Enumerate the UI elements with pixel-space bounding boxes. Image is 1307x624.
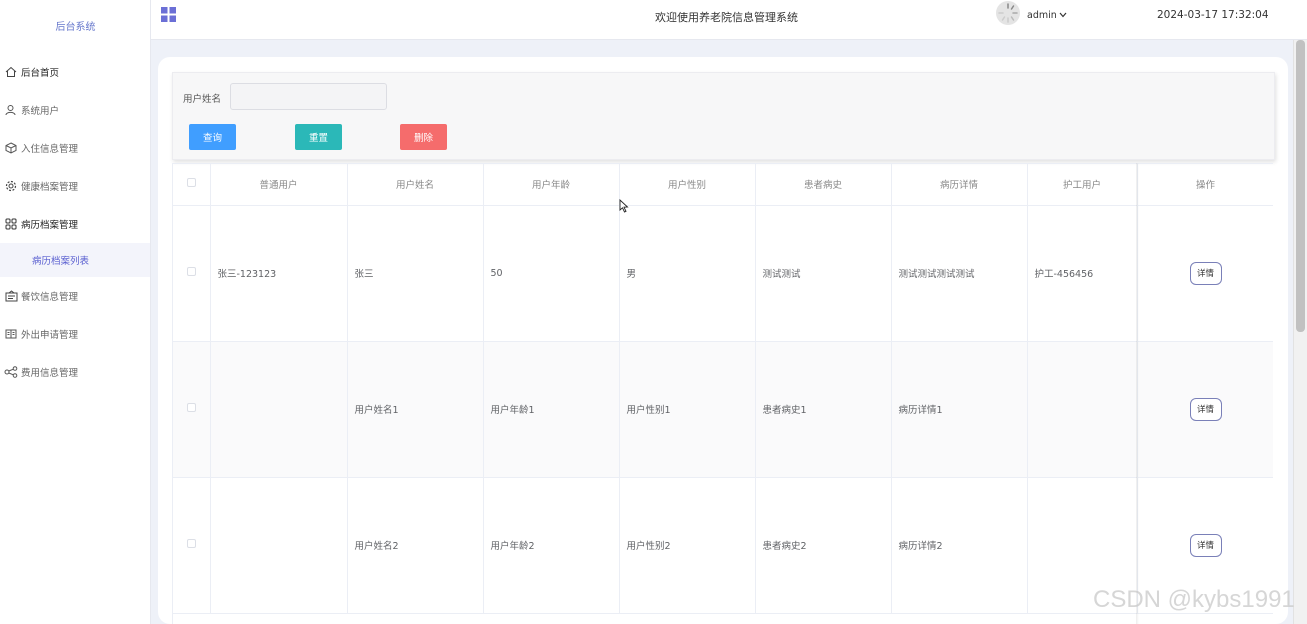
- table-cell: 用户年龄1: [483, 341, 620, 478]
- menu-board-icon: [4, 289, 18, 303]
- top-header: 欢迎使用养老院信息管理系统 admin 2024-03-17 17:32:04: [151, 0, 1307, 40]
- row-checkbox[interactable]: [186, 403, 196, 412]
- reset-button[interactable]: 重置: [295, 124, 342, 150]
- table-cell: 用户年龄2: [483, 477, 620, 614]
- sidebar-item-label: 外出申请管理: [21, 330, 79, 341]
- sidebar-item-label: 病历档案管理: [21, 220, 79, 231]
- sidebar-item-label: 后台首页: [21, 68, 60, 79]
- row-checkbox[interactable]: [186, 539, 196, 548]
- header-datetime: 2024-03-17 17:32:04: [1157, 9, 1269, 21]
- table-cell: 病历详情1: [891, 341, 1028, 478]
- column-header: 护工用户: [1027, 164, 1138, 206]
- table-cell: 患者病史1: [755, 341, 892, 478]
- table-header-row: 普通用户 用户姓名 用户年龄 用户性别 患者病史 病历详情 护工用户 操作: [173, 164, 1273, 206]
- table-cell: 用户姓名1: [347, 341, 484, 478]
- home-icon: [4, 65, 18, 79]
- avatar[interactable]: [996, 1, 1020, 25]
- delete-button[interactable]: 删除: [400, 124, 447, 150]
- records-table: 普通用户 用户姓名 用户年龄 用户性别 患者病史 病历详情 护工用户 操作 张三…: [172, 163, 1273, 624]
- query-button[interactable]: 查询: [189, 124, 236, 150]
- search-panel: 用户姓名 查询 重置 删除: [172, 72, 1275, 160]
- sidebar: 后台系统 后台首页 系统用户 入住信息管理 健康档案管理 病历档案管理 病历档案…: [0, 0, 151, 624]
- sidebar-item-medical-records[interactable]: 病历档案管理: [0, 206, 150, 242]
- column-header: 用户性别: [619, 164, 756, 206]
- sidebar-item-system-users[interactable]: 系统用户: [0, 92, 150, 128]
- row-select-cell: [173, 477, 211, 614]
- detail-button[interactable]: 详情: [1189, 261, 1222, 285]
- column-header: 用户年龄: [483, 164, 620, 206]
- page-scrollbar[interactable]: [1293, 40, 1307, 624]
- select-all-checkbox[interactable]: [186, 178, 196, 188]
- sidebar-item-label: 餐饮信息管理: [21, 292, 79, 303]
- table-cell: [1027, 341, 1138, 478]
- column-header: 操作: [1137, 164, 1273, 206]
- watermark: CSDN @kybs1991: [1093, 586, 1295, 613]
- table-row: 张三-123123 张三 50 男 测试测试 测试测试测试测试 护工-45645…: [173, 205, 1273, 342]
- brand-title: 后台系统: [55, 22, 96, 33]
- column-header: 用户姓名: [347, 164, 484, 206]
- table-cell: 护工-456456: [1027, 205, 1138, 342]
- chevron-down-icon: [1059, 10, 1067, 21]
- sidebar-item-checkin[interactable]: 入住信息管理: [0, 130, 150, 166]
- fixed-column-shadow: [1136, 163, 1139, 624]
- table-cell: 用户性别2: [619, 477, 756, 614]
- share-icon: [4, 365, 18, 379]
- select-all-cell: [173, 164, 211, 206]
- sidebar-subitem-medical-list[interactable]: 病历档案列表: [0, 243, 150, 277]
- scrollbar-thumb[interactable]: [1296, 40, 1305, 332]
- table-cell: [210, 341, 348, 478]
- row-actions-cell: 详情: [1137, 205, 1273, 342]
- column-header: 病历详情: [891, 164, 1028, 206]
- table-cell: 50: [483, 205, 620, 342]
- table-cell: 病历详情2: [891, 477, 1028, 614]
- username: admin: [1027, 10, 1057, 21]
- table-cell: 男: [619, 205, 756, 342]
- sidebar-item-label: 入住信息管理: [21, 144, 79, 155]
- apps-grid-icon[interactable]: [161, 7, 176, 22]
- user-menu[interactable]: admin: [1027, 10, 1067, 21]
- table-cell: [210, 477, 348, 614]
- sidebar-item-label: 系统用户: [21, 106, 60, 117]
- sidebar-item-home[interactable]: 后台首页: [0, 54, 150, 90]
- row-select-cell: [173, 205, 211, 342]
- grid-icon: [4, 217, 18, 231]
- book-icon: [4, 327, 18, 341]
- gear-icon: [4, 179, 18, 193]
- sidebar-item-label: 费用信息管理: [21, 368, 79, 379]
- column-header: 普通用户: [210, 164, 348, 206]
- box-icon: [4, 141, 18, 155]
- row-actions-cell: 详情: [1137, 341, 1273, 478]
- table-cell: 患者病史2: [755, 477, 892, 614]
- row-select-cell: [173, 341, 211, 478]
- row-checkbox[interactable]: [186, 267, 196, 276]
- detail-button[interactable]: 详情: [1189, 397, 1222, 421]
- table-cell: 张三-123123: [210, 205, 348, 342]
- table-row: 用户姓名1 用户年龄1 用户性别1 患者病史1 病历详情1 详情: [173, 341, 1273, 478]
- table-cell: 测试测试测试测试: [891, 205, 1028, 342]
- column-header: 患者病史: [755, 164, 892, 206]
- page-title: 欢迎使用养老院信息管理系统: [655, 11, 798, 24]
- mouse-cursor-icon: [619, 198, 629, 213]
- table-cell: 测试测试: [755, 205, 892, 342]
- search-label: 用户姓名: [183, 94, 222, 105]
- table-cell: 张三: [347, 205, 484, 342]
- sidebar-item-outing[interactable]: 外出申请管理: [0, 316, 150, 352]
- user-icon: [4, 103, 18, 117]
- sidebar-item-health[interactable]: 健康档案管理: [0, 168, 150, 204]
- sidebar-item-fees[interactable]: 费用信息管理: [0, 354, 150, 390]
- table-cell: 用户性别1: [619, 341, 756, 478]
- detail-button[interactable]: 详情: [1189, 533, 1222, 557]
- username-search-input[interactable]: [230, 83, 387, 110]
- sidebar-item-label: 健康档案管理: [21, 182, 79, 193]
- table-cell: 用户姓名2: [347, 477, 484, 614]
- sidebar-item-catering[interactable]: 餐饮信息管理: [0, 278, 150, 314]
